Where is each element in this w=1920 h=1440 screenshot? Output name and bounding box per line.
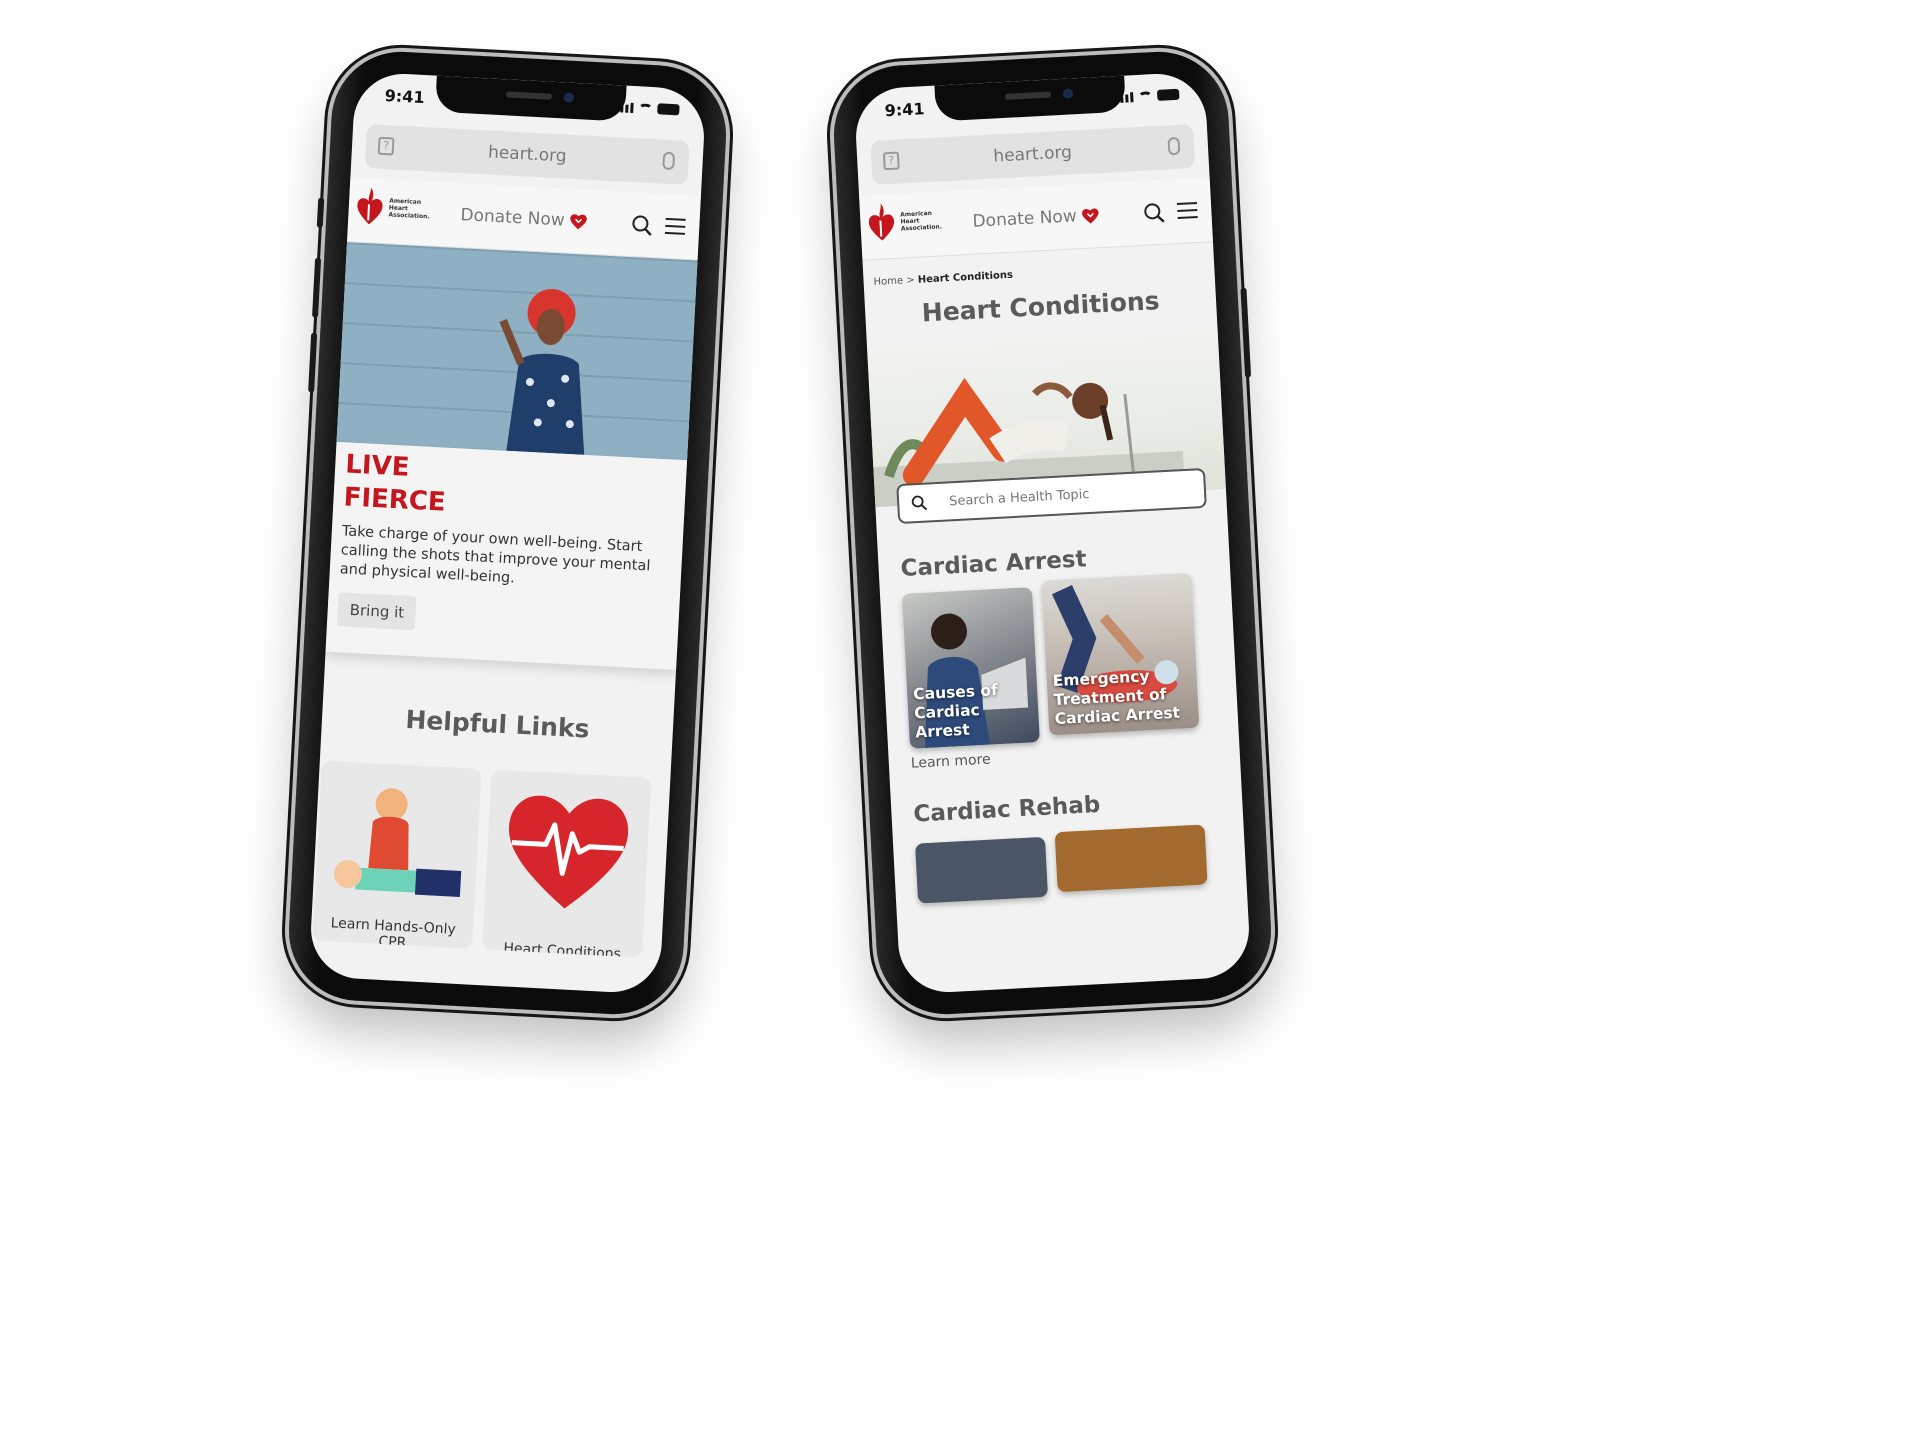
- cardiac-rehab-tile-2[interactable]: [1054, 824, 1208, 893]
- logo-text: American Heart Association.: [899, 209, 943, 233]
- search-icon[interactable]: [1143, 202, 1166, 225]
- learn-more-link[interactable]: Learn more: [910, 752, 991, 772]
- breadcrumb-home[interactable]: Home: [873, 275, 903, 288]
- microphone-icon[interactable]: [1167, 136, 1181, 156]
- page-info-icon[interactable]: ?: [882, 151, 900, 171]
- battery-icon: [657, 103, 680, 116]
- battery-icon: [1156, 88, 1180, 101]
- emergency-treatment-label: Emergency Treatment of Cardiac Arrest: [1052, 667, 1181, 729]
- page-info-icon[interactable]: ?: [377, 136, 395, 156]
- breadcrumb-current: Heart Conditions: [917, 269, 1014, 286]
- status-time: 9:41: [384, 85, 425, 108]
- emergency-treatment-tile[interactable]: Emergency Treatment of Cardiac Arrest: [1041, 572, 1200, 736]
- torch-heart-icon: [357, 187, 383, 225]
- phone-left: 9:41 ? heart.org American Heart Associat…: [285, 48, 730, 1018]
- microphone-icon[interactable]: [662, 151, 676, 171]
- power-button: [1240, 287, 1252, 378]
- site-header: American Heart Association. Donate Now: [859, 177, 1214, 261]
- torch-heart-icon: [868, 203, 895, 241]
- mute-switch: [316, 197, 325, 228]
- donate-now-label: Donate Now: [972, 206, 1078, 232]
- page-title: Heart Conditions: [921, 286, 1161, 328]
- url-text: heart.org: [487, 142, 568, 167]
- address-bar[interactable]: ? heart.org: [364, 124, 690, 185]
- hamburger-menu-icon[interactable]: [1176, 201, 1198, 224]
- bring-it-button[interactable]: Bring it: [336, 592, 418, 631]
- breadcrumb-separator: >: [906, 274, 915, 287]
- hero-image: [336, 242, 698, 461]
- woman-pointing-illustration: [499, 289, 585, 455]
- hero-body: Take charge of your own well-being. Star…: [339, 523, 651, 587]
- search-icon: [911, 495, 928, 511]
- donate-now-link[interactable]: Donate Now: [972, 205, 1100, 232]
- heart-icon: [1082, 208, 1099, 224]
- volume-up-button: [312, 257, 322, 318]
- hamburger-menu-icon[interactable]: [664, 217, 686, 240]
- hero-card: LIVE FIERCE Take charge of your own well…: [325, 441, 688, 671]
- cardiac-arrest-title: Cardiac Arrest: [899, 546, 1088, 582]
- search-icon[interactable]: [631, 214, 654, 237]
- breadcrumb: Home > Heart Conditions: [873, 270, 1013, 288]
- aha-logo[interactable]: American Heart Association.: [865, 200, 943, 244]
- heartbeat-heart-icon: [508, 795, 629, 909]
- causes-of-cardiac-arrest-label: Causes of Cardiac Arrest: [912, 681, 999, 742]
- cardiac-rehab-title: Cardiac Rehab: [912, 791, 1101, 828]
- helpful-links-title: Helpful Links: [404, 704, 591, 744]
- donate-now-link[interactable]: Donate Now: [460, 205, 588, 232]
- phone-screen: 9:41 ? heart.org American Heart Associat…: [308, 71, 707, 995]
- status-time: 9:41: [884, 99, 925, 121]
- cpr-link-card[interactable]: Learn Hands-Only CPR: [312, 760, 482, 949]
- cpr-link-caption: Learn Hands-Only CPR: [330, 915, 457, 949]
- hero-title: LIVE FIERCE: [342, 449, 447, 518]
- donate-now-label: Donate Now: [460, 205, 566, 231]
- wifi-icon: [1138, 91, 1153, 102]
- cpr-illustration-icon: [333, 788, 462, 898]
- heart-conditions-link-caption: Heart Conditions: [503, 940, 622, 958]
- heart-conditions-link-card[interactable]: Heart Conditions: [482, 769, 652, 958]
- causes-of-cardiac-arrest-tile[interactable]: Causes of Cardiac Arrest: [901, 587, 1040, 749]
- logo-text: American Heart Association.: [388, 196, 430, 220]
- phone-right: 9:41 ? heart.org American Heart Associat…: [830, 48, 1275, 1018]
- cardiac-rehab-tile-1[interactable]: [915, 836, 1049, 904]
- wifi-icon: [638, 103, 653, 114]
- phone-screen: 9:41 ? heart.org American Heart Associat…: [853, 71, 1252, 995]
- heart-icon: [570, 213, 588, 229]
- address-bar[interactable]: ? heart.org: [870, 124, 1196, 185]
- volume-down-button: [308, 332, 318, 393]
- health-topic-search-input[interactable]: [946, 483, 1132, 510]
- url-text: heart.org: [992, 142, 1073, 167]
- aha-logo[interactable]: American Heart Association.: [354, 186, 430, 230]
